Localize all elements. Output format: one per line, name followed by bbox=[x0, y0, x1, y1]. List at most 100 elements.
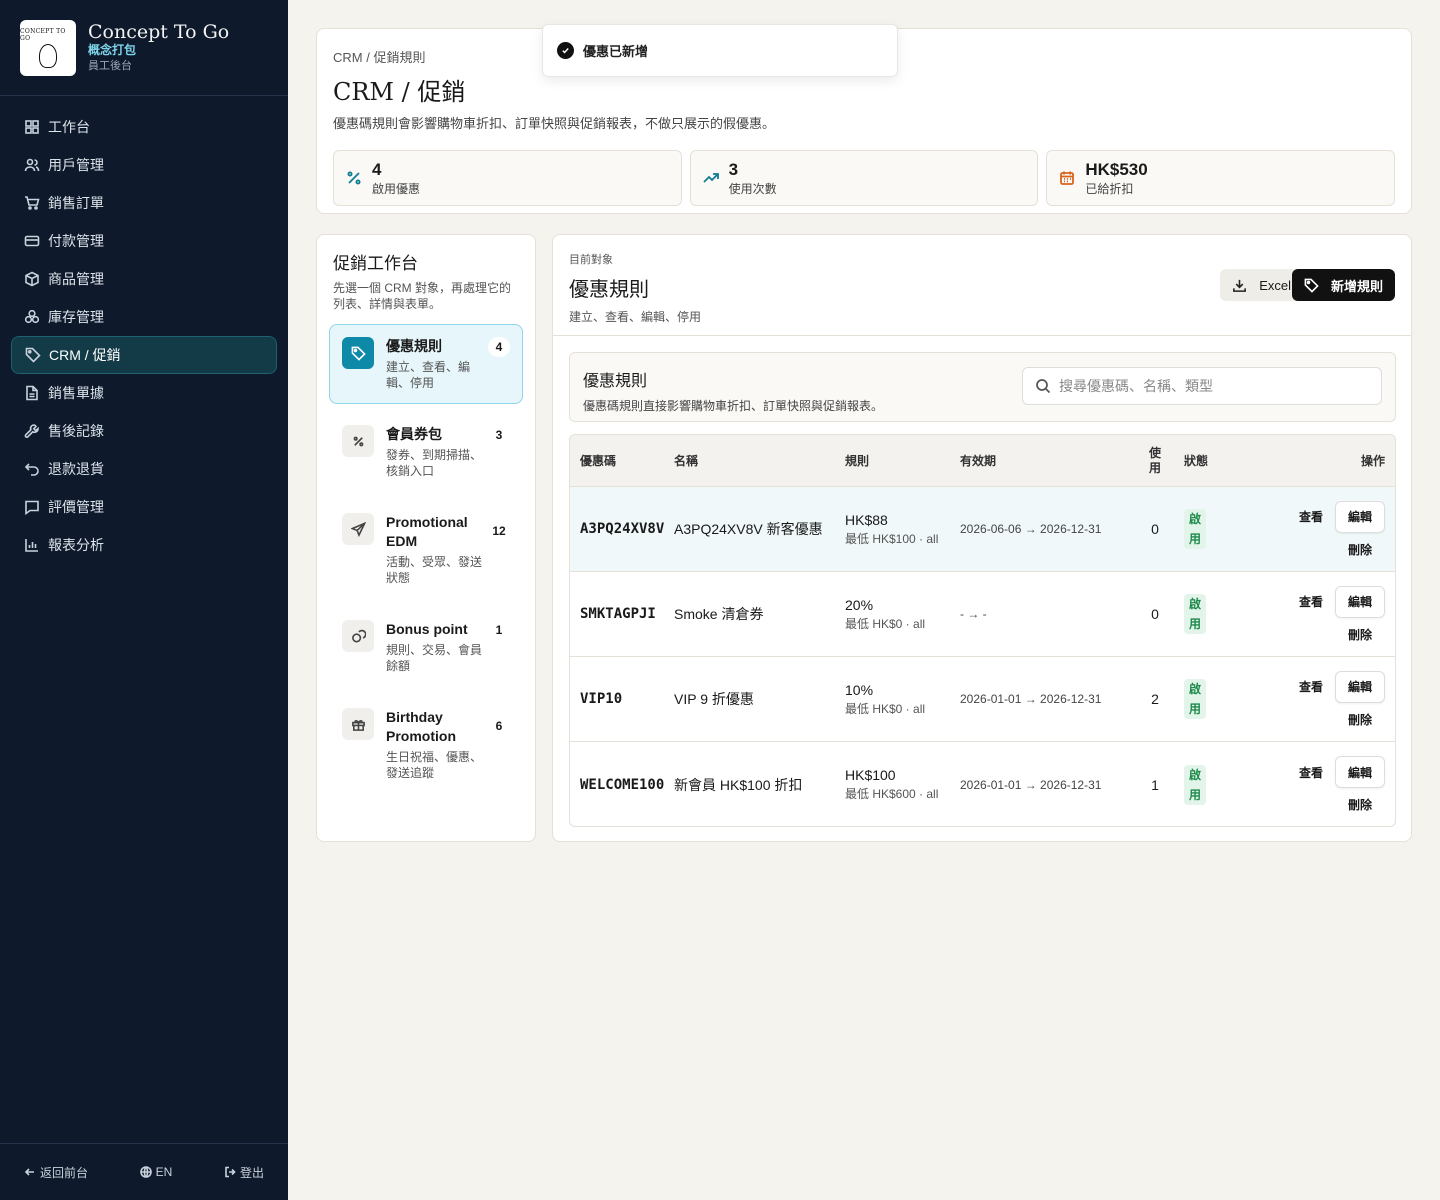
view-button[interactable]: 查看 bbox=[1299, 593, 1323, 610]
column-header: 優惠碼 bbox=[580, 454, 617, 468]
workbench-item-sub: 發券、到期掃描、核銷入口 bbox=[386, 448, 483, 478]
page-title: CRM / 促銷 bbox=[333, 78, 466, 106]
edit-button[interactable]: 編輯 bbox=[1335, 585, 1385, 618]
stats-row: 4 啟用優惠 3 使用次數 HK$530 已給折扣 bbox=[333, 150, 1396, 206]
calendar-icon bbox=[1060, 171, 1075, 185]
back-to-store-link[interactable]: 返回前台 bbox=[24, 1164, 88, 1181]
package-icon bbox=[25, 271, 39, 287]
count-badge: 4 bbox=[488, 337, 510, 357]
nav-item-reports[interactable]: 報表分析 bbox=[11, 526, 277, 564]
delete-button[interactable]: 刪除 bbox=[1335, 626, 1385, 643]
bar-chart-icon bbox=[25, 539, 38, 552]
rule-min: 最低 HK$100 · all bbox=[845, 531, 939, 546]
workbench-item-name: Bonus point bbox=[386, 621, 468, 637]
search-input[interactable] bbox=[1059, 378, 1359, 394]
table-row[interactable]: SMKTAGPJI Smoke 清倉券 20% 最低 HK$0 · all - →… bbox=[570, 572, 1395, 657]
nav-menu: 工作台 用戶管理 銷售訂單 付款管理 商品管理 庫存管理 CRM / 促銷 銷售… bbox=[0, 96, 288, 576]
add-rule-button[interactable]: 新增規則 bbox=[1291, 269, 1395, 301]
globe-icon bbox=[139, 1166, 152, 1178]
coupon-name: A3PQ24XV8V 新客優惠 bbox=[674, 521, 823, 537]
nav-item-users[interactable]: 用戶管理 bbox=[11, 146, 277, 184]
workbench-item-sub: 活動、受眾、發送狀態 bbox=[386, 555, 483, 585]
nav-label: 銷售訂單 bbox=[48, 195, 104, 211]
workbench-item-name: Promotional EDM bbox=[386, 514, 468, 549]
nav-item-products[interactable]: 商品管理 bbox=[11, 260, 277, 298]
status-badge: 啟用 bbox=[1184, 764, 1206, 805]
arrow-left-icon bbox=[24, 1168, 34, 1176]
column-header: 有效期 bbox=[960, 454, 997, 468]
workbench-title: 促銷工作台 bbox=[333, 254, 418, 274]
excel-label: Excel bbox=[1259, 277, 1291, 293]
edit-button[interactable]: 編輯 bbox=[1335, 670, 1385, 703]
current-object-label: 目前對象 bbox=[569, 254, 613, 266]
nav-item-dashboard[interactable]: 工作台 bbox=[11, 108, 277, 146]
check-circle-icon bbox=[557, 42, 574, 59]
logo-text: CONCEPT TO GO bbox=[20, 27, 66, 42]
column-header: 操作 bbox=[1360, 454, 1385, 468]
table-row[interactable]: VIP10 VIP 9 折優惠 10% 最低 HK$0 · all 2026-01… bbox=[570, 657, 1395, 742]
nav-item-inventory[interactable]: 庫存管理 bbox=[11, 298, 277, 336]
nav-label: 工作台 bbox=[48, 119, 90, 135]
stat-value: 3 bbox=[728, 159, 739, 179]
validity-period: 2026-01-01 → 2026-12-31 bbox=[960, 692, 1102, 706]
view-button[interactable]: 查看 bbox=[1299, 508, 1323, 525]
nav-label: 評價管理 bbox=[48, 499, 104, 515]
status-badge: 啟用 bbox=[1184, 679, 1206, 719]
nav-label: CRM / 促銷 bbox=[49, 347, 121, 363]
edit-button[interactable]: 編輯 bbox=[1335, 500, 1385, 533]
table-row[interactable]: WELCOME100 新會員 HK$100 折扣 HK$100 最低 HK$600… bbox=[570, 742, 1395, 826]
delete-button[interactable]: 刪除 bbox=[1335, 796, 1385, 813]
logo-mark bbox=[39, 43, 57, 68]
coupon-code: WELCOME100 bbox=[580, 776, 665, 793]
stat-usage-count: 3 使用次數 bbox=[689, 150, 1039, 206]
rule-value: 10% bbox=[845, 681, 874, 698]
language-toggle[interactable]: EN bbox=[139, 1165, 172, 1179]
stat-active-discounts: 4 啟用優惠 bbox=[333, 150, 682, 206]
tag-icon bbox=[342, 337, 374, 369]
users-icon bbox=[24, 158, 40, 172]
nav-item-crm[interactable]: CRM / 促銷 bbox=[11, 336, 277, 374]
logout-button[interactable]: 登出 bbox=[224, 1164, 264, 1181]
workbench-item-discount-rules[interactable]: 優惠規則 建立、查看、編輯、停用 4 bbox=[329, 324, 523, 404]
view-button[interactable]: 查看 bbox=[1299, 764, 1323, 781]
workbench-item-bonus-point[interactable]: Bonus point 規則、交易、會員餘額 1 bbox=[329, 607, 523, 687]
nav-item-orders[interactable]: 銷售訂單 bbox=[11, 184, 277, 222]
workbench-item-member-coupons[interactable]: 會員券包 發券、到期掃描、核銷入口 3 bbox=[329, 412, 523, 492]
table-row[interactable]: A3PQ24XV8V A3PQ24XV8V 新客優惠 HK$88 最低 HK$10… bbox=[570, 487, 1395, 572]
excel-export-button[interactable]: Excel bbox=[1220, 269, 1303, 301]
nav-item-sales-docs[interactable]: 銷售單據 bbox=[11, 374, 277, 412]
delete-button[interactable]: 刪除 bbox=[1335, 541, 1385, 558]
nav-item-after-sales[interactable]: 售後記錄 bbox=[11, 412, 277, 450]
status-badge: 啟用 bbox=[1184, 509, 1206, 549]
table-header: 優惠碼 名稱 規則 有效期 使用 狀態 操作 bbox=[570, 435, 1395, 487]
count-badge: 1 bbox=[488, 620, 510, 640]
workbench-item-name: Birthday Promotion bbox=[386, 709, 456, 744]
coupon-code: VIP10 bbox=[580, 691, 623, 707]
edit-button[interactable]: 編輯 bbox=[1335, 756, 1385, 788]
logo: CONCEPT TO GO bbox=[20, 19, 76, 76]
coupon-code: A3PQ24XV8V bbox=[580, 521, 665, 537]
nav-item-payments[interactable]: 付款管理 bbox=[11, 222, 277, 260]
column-header: 使用 bbox=[1148, 445, 1161, 475]
search-box[interactable] bbox=[1022, 367, 1382, 405]
nav-label: 退款退貨 bbox=[48, 461, 104, 477]
rule-value: HK$88 bbox=[845, 511, 888, 528]
workbench-item-birthday[interactable]: Birthday Promotion 生日祝福、優惠、發送追蹤 6 bbox=[329, 695, 523, 794]
stat-discount-given: HK$530 已給折扣 bbox=[1046, 150, 1396, 206]
nav-item-reviews[interactable]: 評價管理 bbox=[11, 488, 277, 526]
undo-icon bbox=[24, 463, 39, 476]
brand: CONCEPT TO GO Concept To Go 概念打包 員工後台 bbox=[0, 0, 288, 96]
validity-period: - → - bbox=[960, 607, 987, 621]
logout-label: 登出 bbox=[239, 1165, 264, 1180]
workbench-item-sub: 生日祝福、優惠、發送追蹤 bbox=[386, 750, 483, 780]
rule-min: 最低 HK$0 · all bbox=[845, 616, 926, 631]
view-button[interactable]: 查看 bbox=[1299, 678, 1323, 695]
nav-item-refunds[interactable]: 退款退貨 bbox=[11, 450, 277, 488]
nav-label: 庫存管理 bbox=[48, 309, 104, 325]
rules-table: 優惠碼 名稱 規則 有效期 使用 狀態 操作 A3PQ24XV8V A3PQ24… bbox=[569, 434, 1396, 827]
delete-button[interactable]: 刪除 bbox=[1335, 711, 1385, 728]
workbench-item-edm[interactable]: Promotional EDM 活動、受眾、發送狀態 12 bbox=[329, 500, 523, 599]
tag-icon bbox=[25, 347, 41, 363]
workbench-item-sub: 建立、查看、編輯、停用 bbox=[386, 360, 471, 390]
wrench-icon bbox=[24, 424, 39, 438]
